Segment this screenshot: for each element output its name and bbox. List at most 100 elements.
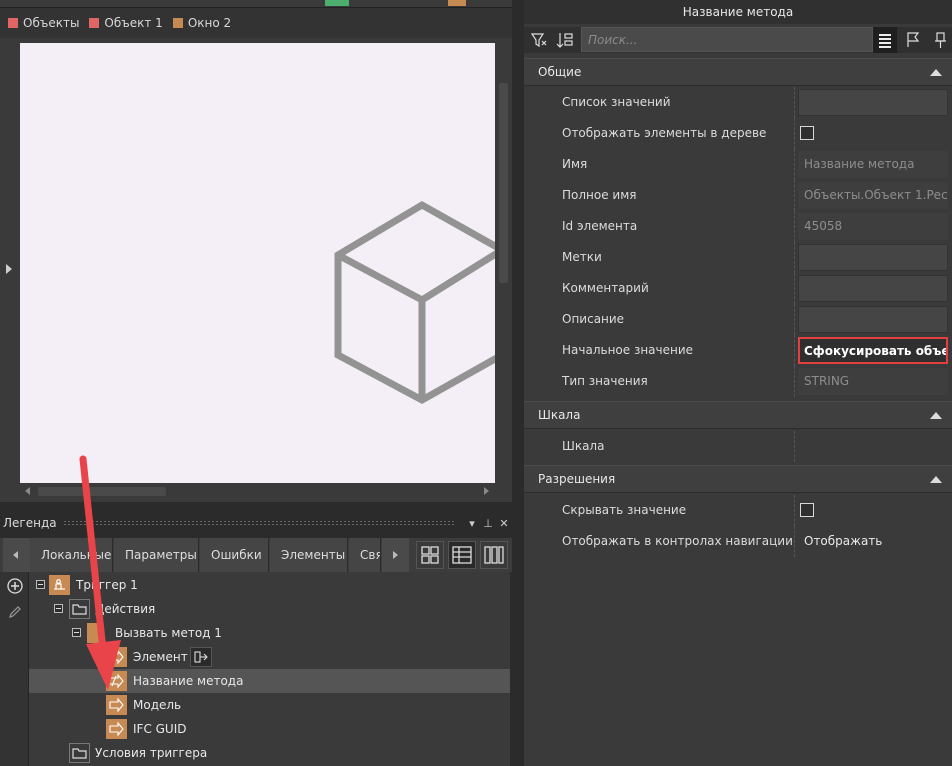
object-canvas[interactable] [20,43,495,483]
scroll-right-icon[interactable] [484,487,489,495]
tab-errors[interactable]: Ошибки [200,538,269,572]
section-general[interactable]: Общие [524,58,952,86]
breadcrumb-item[interactable]: Окно 2 [172,16,231,30]
tags-field[interactable] [798,244,948,271]
link-element-icon [194,651,208,663]
close-icon[interactable]: ✕ [496,515,512,531]
input-arrow-icon [106,695,127,715]
breadcrumb: Объекты Объект 1 Окно 2 [0,8,512,38]
tab-scroll-right[interactable] [382,538,409,572]
property-row: Список значений [524,87,952,118]
table-view-button[interactable] [448,541,476,569]
tab-locals[interactable]: Локальные [30,538,113,572]
sort-button[interactable] [553,27,577,53]
add-button[interactable] [4,575,25,596]
filter-icon [530,33,547,48]
scale-field[interactable] [798,433,948,460]
property-row: Начальное значение Сфокусировать объект [524,335,952,366]
collapse-icon[interactable] [72,628,81,637]
scrollbar-thumb[interactable] [38,487,166,496]
tree-sidebar [0,572,29,766]
property-row: Тип значения STRING [524,366,952,397]
section-scale[interactable]: Шкала [524,401,952,429]
pin-button[interactable] [929,27,952,53]
tab-scroll-left[interactable] [3,538,30,572]
collapse-caret-icon[interactable] [930,69,942,76]
collapse-caret-icon[interactable] [930,476,942,483]
section-permissions[interactable]: Разрешения [524,465,952,493]
list-view-button[interactable] [873,27,897,53]
chevron-right-icon [393,551,398,559]
scrollbar-thumb[interactable] [499,83,508,283]
tree-node[interactable]: Действия [29,597,510,621]
sort-icon [556,33,573,48]
object-color-swatch [89,18,100,28]
tree-node[interactable]: Элемент [29,645,510,669]
plus-circle-icon [6,577,23,594]
object-color-swatch [8,18,18,28]
input-arrow-icon [106,719,127,739]
pin-icon[interactable]: ⊥ [480,515,496,531]
breadcrumb-item[interactable]: Объект 1 [89,16,163,30]
tree-node[interactable]: Модель [29,693,510,717]
collapse-icon[interactable] [36,580,45,589]
name-field: Название метода [798,151,948,178]
properties-toolbar [524,27,952,53]
hide-value-checkbox[interactable] [800,503,814,517]
collapse-icon[interactable] [54,604,63,613]
panel-title: Легенда [3,516,57,530]
initial-value-field[interactable]: Сфокусировать объект [798,337,948,364]
tab-elements[interactable]: Элементы [270,538,348,572]
columns-view-button[interactable] [480,541,508,569]
vertical-scrollbar[interactable] [495,43,512,483]
edit-button[interactable] [4,601,25,622]
value-type-field: STRING [798,368,948,395]
property-row: Шкала [524,431,952,462]
collapse-handle[interactable] [0,42,18,502]
filter-button[interactable] [527,27,551,53]
legend-header: Легенда ▾ ⊥ ✕ [0,512,512,534]
property-row: Отображать в контролах навигации Отображ… [524,526,952,557]
property-row: Имя Название метода [524,149,952,180]
grid-view-button[interactable] [416,541,444,569]
pin-icon [935,32,946,48]
panel-splitter[interactable] [512,0,524,766]
horizontal-scrollbar[interactable] [20,483,495,500]
flag-icon [907,32,920,47]
search-input[interactable] [581,27,873,52]
nav-controls-dropdown[interactable]: Отображать [798,528,948,555]
dropdown-icon[interactable]: ▾ [464,515,480,531]
object-color-swatch [172,18,183,28]
flag-button[interactable] [901,27,925,53]
comment-field[interactable] [798,275,948,302]
tree-node-selected[interactable]: Название метода [29,669,510,693]
columns-icon [484,546,504,564]
tree-node[interactable]: IFC GUID [29,717,510,741]
property-row: Полное имя Объекты.Объект 1.Ресурсы.Окно… [524,180,952,211]
cube-icon [334,200,495,404]
drag-grip[interactable] [62,520,456,526]
tab-parameters[interactable]: Параметры [114,538,199,572]
legend-tree: Триггер 1 Действия Вызвать метод 1 Элеме… [29,572,510,766]
tab-links[interactable]: Связи [349,538,381,572]
method-icon [87,623,101,643]
values-list-field[interactable] [798,89,948,116]
collapse-caret-icon[interactable] [930,412,942,419]
tree-node[interactable]: Условия триггера [29,741,510,765]
description-field[interactable] [798,306,948,333]
element-id-field: 45058 [798,213,948,240]
folder-icon [69,743,90,763]
top-strip [0,0,512,8]
property-row: Id элемента 45058 [524,211,952,242]
chevron-right-icon [6,264,12,274]
link-element-button[interactable] [190,647,212,667]
show-in-tree-checkbox[interactable] [800,126,814,140]
tree-node[interactable]: Триггер 1 [29,573,510,597]
tree-node[interactable]: Вызвать метод 1 [29,621,510,645]
scroll-left-icon[interactable] [25,487,30,495]
folder-icon [69,599,90,619]
properties-panel: Название метода Общие Список значений От… [524,0,952,766]
breadcrumb-item[interactable]: Объекты [8,16,79,30]
list-icon [879,34,891,48]
grid-icon [421,546,439,564]
